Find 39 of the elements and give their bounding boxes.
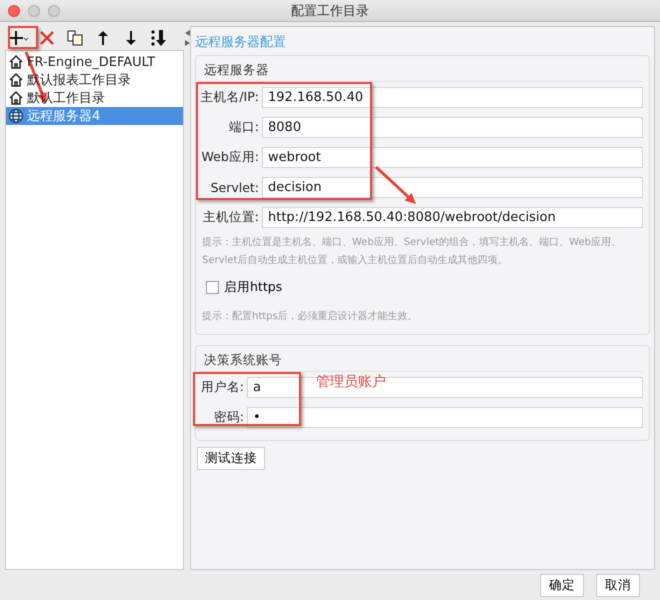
arrow-down-icon [125,30,137,46]
group-title: 远程服务器 [198,60,643,82]
group-title: 决策系统账号 [198,350,643,372]
close-button[interactable] [8,5,20,17]
input-field[interactable]: decision [262,176,643,198]
field-label: 主机名/IP: [199,88,260,106]
annotation-arrow [374,166,416,204]
input-field[interactable]: webroot [262,146,643,168]
house-icon [8,54,24,70]
field-label: Web应用: [200,148,260,166]
input-field[interactable]: • [247,406,643,428]
field-label: 端口: [228,118,260,136]
hint-text: 提示：配置https后，必须重启设计器才能生效。 [202,310,419,324]
house-icon [8,90,24,106]
copy-button[interactable] [65,28,85,48]
plus-icon [9,30,29,46]
dialog-button[interactable]: 确定 [540,574,584,596]
panel-title: 远程服务器配置 [195,35,287,51]
input-field[interactable]: 8080 [262,116,643,138]
globe-icon [8,108,24,124]
sort-button[interactable] [149,28,169,48]
close-icon [40,31,54,45]
test-connection-button[interactable]: 测试连接 [197,447,265,470]
hint-text: 提示：主机位置是主机名、端口、Web应用、Servlet的组合，填写主机名、端口、Web应用、Servlet后自动生成主机位置，或输入主机位置后自动生成其他四项。 [202,236,622,268]
sort-icon [150,29,168,47]
input-field[interactable]: 192.168.50.40 [262,86,643,108]
field-label: Servlet: [210,180,260,194]
field-label: 密码: [212,408,245,426]
arrow-up-icon [97,30,109,46]
annotation-frame [8,26,38,49]
dialog-button[interactable]: 取消 [596,574,640,596]
window-title: 配置工作目录 [291,2,369,20]
field-label: 用户名: [200,378,245,396]
field-label: 主机位置: [202,208,260,226]
house-icon [8,72,24,88]
add-button[interactable] [9,28,29,48]
https-checkbox[interactable]: 启用https [206,280,643,294]
copy-icon [67,30,83,46]
input-field[interactable]: http://192.168.50.40:8080/webroot/decision [262,206,643,228]
